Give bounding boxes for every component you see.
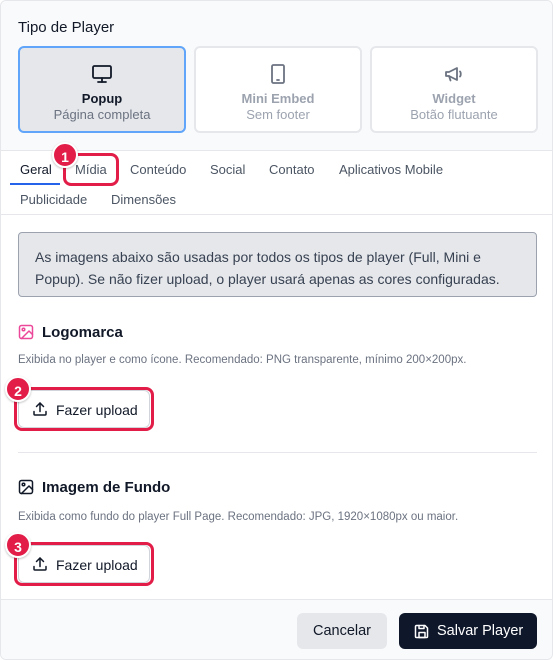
player-option-popup[interactable]: Popup Página completa bbox=[18, 46, 186, 133]
cancel-button[interactable]: Cancelar bbox=[297, 613, 387, 649]
tablet-icon bbox=[271, 64, 285, 84]
upload-icon bbox=[33, 402, 47, 416]
tab-conteudo[interactable]: Conteúdo bbox=[130, 162, 186, 177]
tab-midia[interactable]: Mídia bbox=[75, 162, 107, 177]
tab-dimensoes[interactable]: Dimensões bbox=[111, 192, 176, 207]
tab-publicidade[interactable]: Publicidade bbox=[20, 192, 87, 207]
player-settings-panel: Tipo de Player Popup Página completa Min… bbox=[0, 0, 553, 660]
tab-contato[interactable]: Contato bbox=[269, 162, 315, 177]
player-option-subtitle: Página completa bbox=[53, 107, 151, 122]
background-field-description: Exibida como fundo do player Full Page. … bbox=[18, 511, 459, 523]
megaphone-icon bbox=[445, 67, 462, 82]
tab-aplicativos-mobile[interactable]: Aplicativos Mobile bbox=[339, 162, 443, 177]
step-badge-1: 1 bbox=[52, 142, 78, 168]
player-option-subtitle: Sem footer bbox=[246, 107, 310, 122]
player-type-section: Tipo de Player Popup Página completa Min… bbox=[1, 1, 552, 151]
image-icon bbox=[18, 324, 34, 340]
settings-tabs: Geral Mídia Conteúdo Social Contato Apli… bbox=[1, 151, 552, 215]
info-message: As imagens abaixo são usadas por todos o… bbox=[18, 232, 537, 297]
tab-geral[interactable]: Geral bbox=[20, 162, 52, 177]
logo-field-title: Logomarca bbox=[42, 324, 123, 341]
section-divider bbox=[18, 452, 537, 453]
player-option-subtitle: Botão flutuante bbox=[410, 107, 498, 122]
background-field-title: Imagem de Fundo bbox=[42, 479, 171, 496]
save-player-button[interactable]: Salvar Player bbox=[399, 613, 537, 649]
upload-button-label: Fazer upload bbox=[56, 402, 138, 418]
player-option-title: Widget bbox=[432, 91, 476, 106]
save-icon bbox=[414, 624, 429, 639]
monitor-icon bbox=[92, 65, 112, 83]
player-option-title: Popup bbox=[81, 91, 123, 106]
image-icon bbox=[18, 479, 34, 495]
player-option-title: Mini Embed bbox=[241, 91, 315, 106]
player-option-widget[interactable]: Widget Botão flutuante bbox=[370, 46, 538, 133]
logo-upload-button[interactable]: Fazer upload bbox=[18, 390, 150, 428]
dialog-footer: Cancelar Salvar Player bbox=[1, 599, 552, 659]
logo-field-description: Exibida no player e como ícone. Recomend… bbox=[18, 354, 467, 366]
tab-social[interactable]: Social bbox=[210, 162, 245, 177]
save-button-label: Salvar Player bbox=[437, 623, 524, 639]
background-upload-button[interactable]: Fazer upload bbox=[18, 545, 150, 583]
step-badge-3: 3 bbox=[5, 532, 31, 558]
upload-icon bbox=[33, 557, 47, 571]
step-badge-2: 2 bbox=[5, 376, 31, 402]
player-option-mini-embed[interactable]: Mini Embed Sem footer bbox=[194, 46, 362, 133]
active-tab-indicator bbox=[10, 183, 60, 185]
upload-button-label: Fazer upload bbox=[56, 557, 138, 573]
player-type-title: Tipo de Player bbox=[18, 19, 115, 36]
